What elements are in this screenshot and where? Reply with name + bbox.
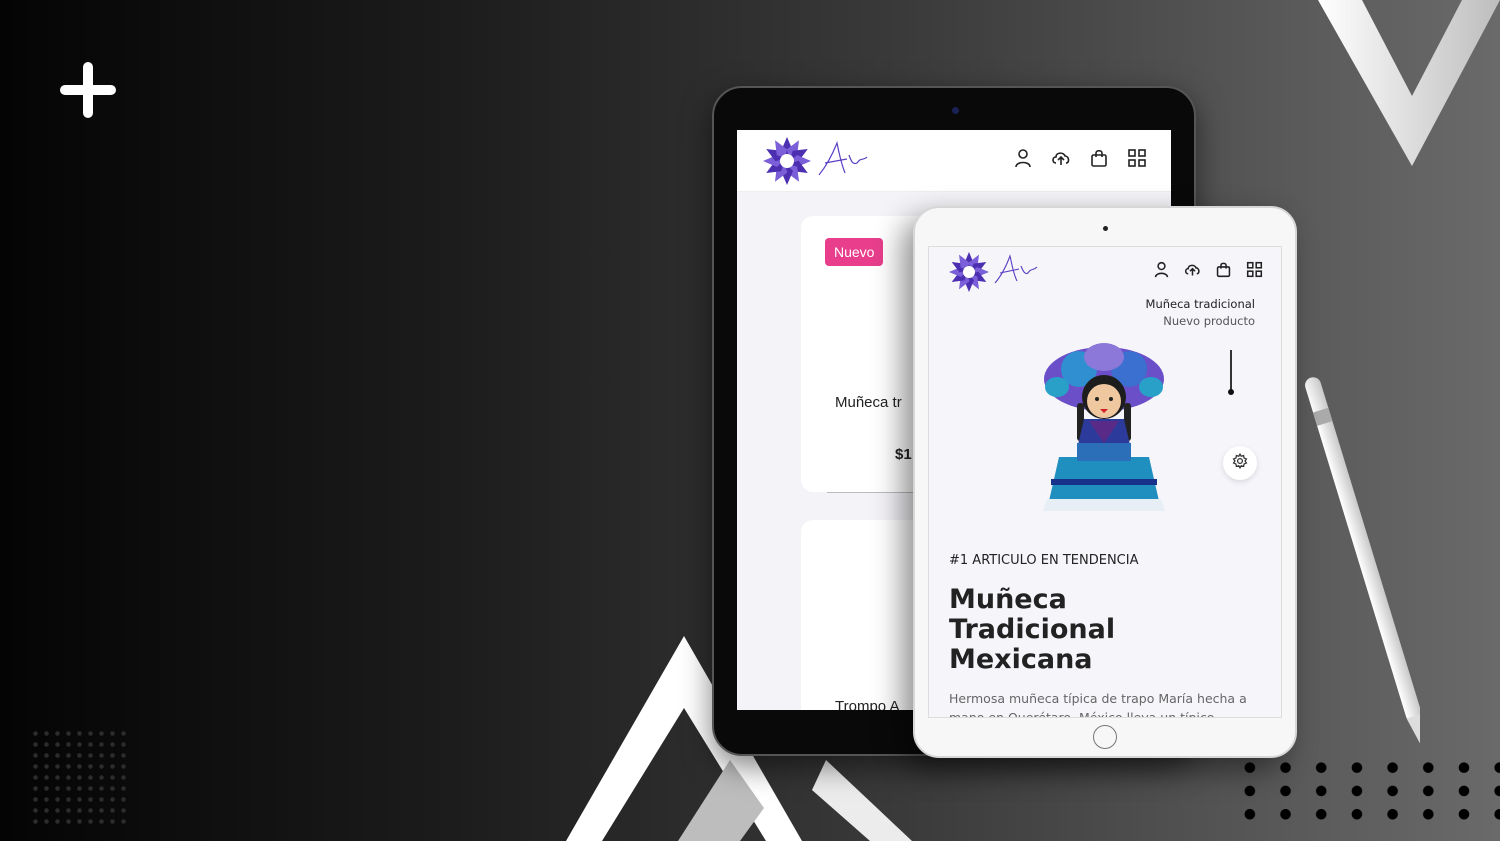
header-icon-bar: [1013, 148, 1147, 168]
product-card-price: $1: [895, 446, 912, 463]
camera-dot: [1103, 226, 1108, 231]
tablet-front-device: Muñeca tradicional Nuevo producto #1 ART…: [913, 206, 1297, 758]
top-v-shape: [1318, 0, 1500, 166]
user-icon[interactable]: [1153, 261, 1170, 278]
settings-button[interactable]: [1223, 446, 1257, 480]
product-description: Hermosa muñeca típica de trapo María hec…: [949, 691, 1247, 718]
shopping-bag-icon[interactable]: [1215, 261, 1232, 278]
scroll-indicator-dot: [1227, 389, 1234, 395]
shopping-bag-icon[interactable]: [1089, 148, 1109, 168]
header-icon-bar: [1153, 261, 1263, 278]
new-badge: Nuevo: [825, 238, 884, 266]
grid-icon[interactable]: [1127, 148, 1147, 168]
mountain-shape-right: [812, 760, 912, 841]
home-button[interactable]: [1093, 725, 1117, 749]
doll-product-image[interactable]: [1029, 339, 1179, 517]
trend-label: #1 ARTICULO EN TENDENCIA: [949, 553, 1139, 568]
product-card-name: Muñeca tr: [835, 394, 902, 411]
cloud-upload-icon[interactable]: [1051, 148, 1071, 168]
gear-icon: [1232, 452, 1248, 474]
user-icon[interactable]: [1013, 148, 1033, 168]
brand-logo[interactable]: [761, 135, 873, 187]
product-name-small: Muñeca tradicional: [1145, 297, 1255, 311]
cloud-upload-icon[interactable]: [1184, 261, 1201, 278]
camera-dot: [952, 107, 959, 114]
scroll-indicator-line: [1230, 350, 1232, 390]
brand-logo[interactable]: [947, 249, 1039, 293]
stylus-pen: [1305, 377, 1420, 746]
product-title: Muñeca Tradicional Mexicana: [949, 584, 1116, 675]
site-header: [737, 130, 1171, 192]
grid-icon[interactable]: [1246, 261, 1263, 278]
product-card-name: Trompo A: [835, 698, 900, 710]
tablet-front-screen: Muñeca tradicional Nuevo producto #1 ART…: [928, 246, 1282, 718]
product-tag: Nuevo producto: [1163, 314, 1255, 328]
